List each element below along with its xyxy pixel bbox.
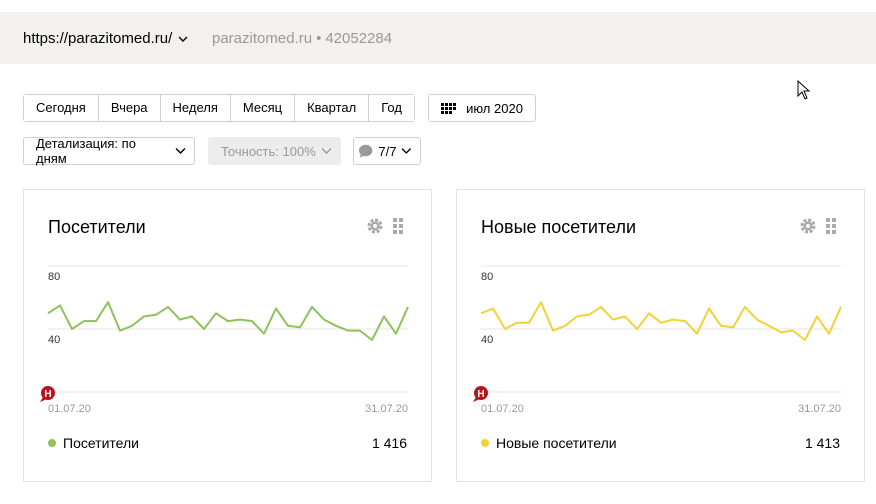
x-tick-label: 01.07.20 xyxy=(48,403,91,415)
period-selector: Сегодня Вчера Неделя Месяц Квартал Год xyxy=(23,94,415,122)
legend-dot xyxy=(481,439,489,447)
mouse-cursor-icon xyxy=(797,80,811,100)
detail-dropdown[interactable]: Детализация: по дням xyxy=(23,136,195,166)
chart-legend: Новые посетители xyxy=(481,435,617,451)
accuracy-dropdown[interactable]: Точность: 100% xyxy=(208,137,341,165)
y-tick-label: 80 xyxy=(481,271,493,283)
visitors-widget: Посетители 80 40 01.07.20 31.07.20 Н Посетит… xyxy=(23,189,432,482)
visitors-line-chart: 80 40 01.07.20 31.07.20 Н xyxy=(40,265,409,415)
y-tick-label: 80 xyxy=(48,271,60,283)
legend-dot xyxy=(48,439,56,447)
chevron-down-icon xyxy=(401,148,412,154)
period-today-button[interactable]: Сегодня xyxy=(24,95,99,121)
detail-dropdown-label: Детализация: по дням xyxy=(36,136,136,166)
legend-label: Новые посетители xyxy=(496,435,617,451)
x-tick-label: 31.07.20 xyxy=(365,403,408,415)
comment-icon xyxy=(358,144,373,158)
series-line xyxy=(480,301,842,341)
period-month-button[interactable]: Месяц xyxy=(230,95,296,121)
series-line xyxy=(47,301,409,341)
site-url-label: https://parazitomed.ru/ xyxy=(23,30,173,47)
period-year-button[interactable]: Год xyxy=(369,95,414,121)
chevron-down-icon xyxy=(178,36,188,42)
site-header: https://parazitomed.ru/ parazitomed.ru • 4… xyxy=(0,12,876,64)
legend-total: 1 416 xyxy=(371,435,407,451)
y-tick-label: 40 xyxy=(48,334,60,346)
segments-dropdown-label: 7/7 xyxy=(378,143,397,159)
note-marker-icon: Н xyxy=(40,386,55,402)
segments-dropdown[interactable]: 7/7 xyxy=(353,137,421,165)
legend-label: Посетители xyxy=(63,435,139,451)
period-yesterday-button[interactable]: Вчера xyxy=(98,95,161,121)
note-marker-label: Н xyxy=(477,389,484,400)
period-week-button[interactable]: Неделя xyxy=(160,95,231,121)
y-tick-label: 40 xyxy=(481,334,493,346)
site-meta: parazitomed.ru • 42052284 xyxy=(212,30,392,47)
new-visitors-line-chart: 80 40 01.07.20 31.07.20 Н xyxy=(473,265,842,415)
x-tick-label: 31.07.20 xyxy=(798,403,841,415)
new-visitors-widget: Новые посетители 80 40 01.07.20 31.07.20 Н Н… xyxy=(456,189,865,482)
note-marker-label: Н xyxy=(44,389,51,400)
chart-legend: Посетители xyxy=(48,435,139,451)
period-quarter-button[interactable]: Квартал xyxy=(295,95,370,121)
note-marker-icon: Н xyxy=(473,386,488,402)
meta-separator: • xyxy=(316,30,322,47)
date-picker-label: июл 2020 xyxy=(466,100,523,116)
date-picker-button[interactable]: июл 2020 xyxy=(428,94,536,122)
accuracy-dropdown-label: Точность: 100% xyxy=(221,143,316,159)
x-tick-label: 01.07.20 xyxy=(481,403,524,415)
chevron-down-icon xyxy=(321,148,332,154)
legend-total: 1 413 xyxy=(804,435,840,451)
site-name: parazitomed.ru xyxy=(212,30,313,47)
site-selector[interactable]: https://parazitomed.ru/ xyxy=(23,30,188,47)
counter-id: 42052284 xyxy=(325,30,393,47)
chevron-down-icon xyxy=(175,148,186,154)
calendar-icon xyxy=(441,102,457,114)
